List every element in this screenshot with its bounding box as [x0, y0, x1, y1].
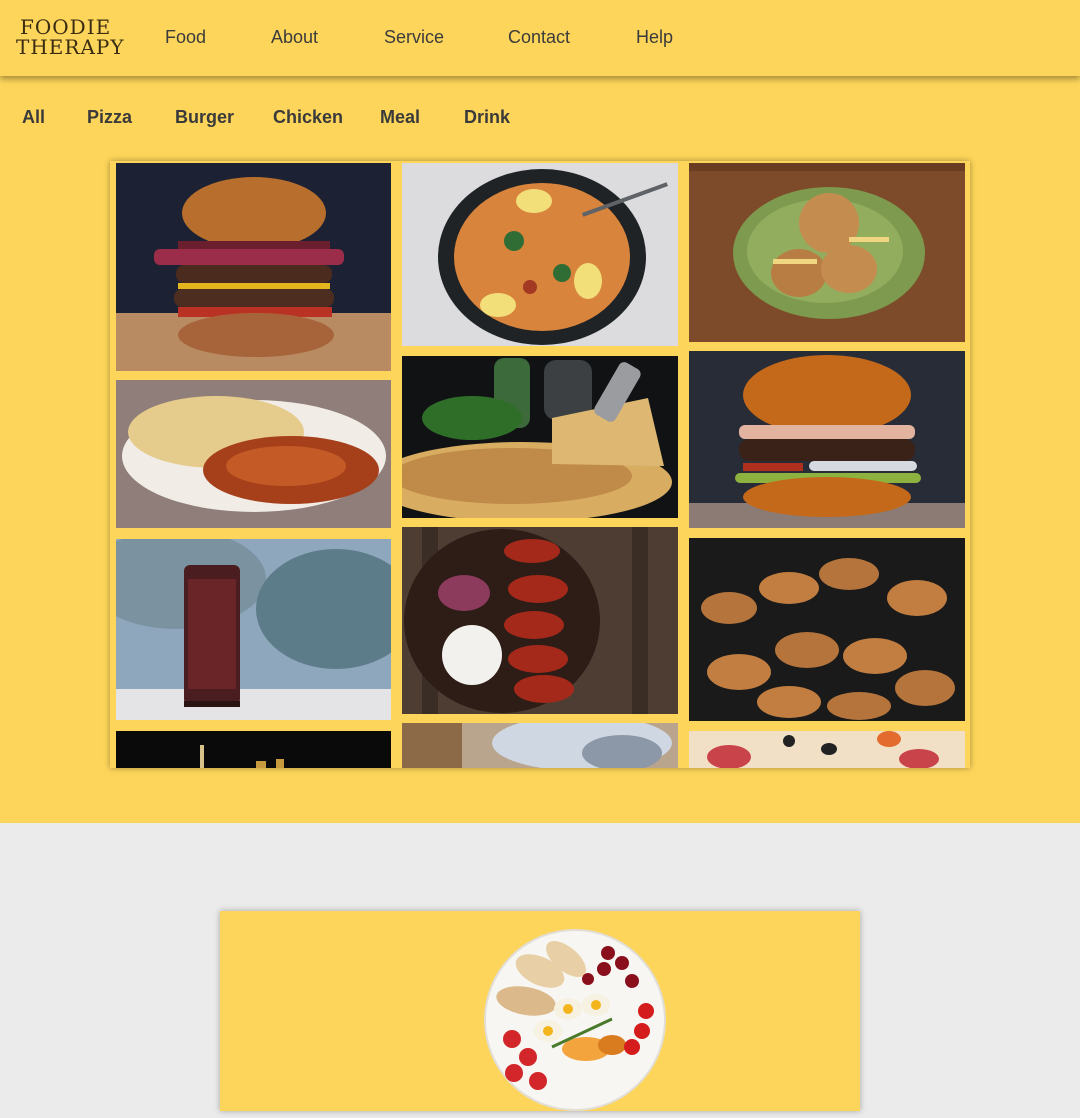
filter-chicken-button[interactable]: Chicken: [273, 107, 343, 128]
dish-partial-photo[interactable]: [402, 723, 678, 768]
food-platter-image: [482, 927, 668, 1113]
nav-service-link[interactable]: Service: [384, 27, 444, 48]
filter-burger-button[interactable]: Burger: [175, 107, 234, 128]
fries-photo[interactable]: [116, 731, 391, 768]
cheeseburger-photo[interactable]: [689, 351, 965, 528]
brand-logo[interactable]: FOODIE THERAPY: [16, 14, 124, 62]
menu-gallery-section: All Pizza Burger Chicken Meal Drink: [0, 76, 1080, 823]
filter-all-button[interactable]: All: [22, 107, 45, 128]
pizza-slice-photo[interactable]: [402, 356, 678, 518]
cola-can-photo[interactable]: [116, 539, 391, 720]
fried-chicken-plate-photo[interactable]: [689, 163, 965, 342]
top-navbar: FOODIE THERAPY Food About Service Contac…: [0, 0, 1080, 76]
featured-card: [220, 911, 860, 1111]
filter-pizza-button[interactable]: Pizza: [87, 107, 132, 128]
grilled-drumsticks-photo[interactable]: [689, 538, 965, 721]
food-gallery[interactable]: [110, 161, 970, 768]
brand-line-2: THERAPY: [16, 35, 125, 59]
curry-naan-photo[interactable]: [116, 380, 391, 528]
filter-drink-button[interactable]: Drink: [464, 107, 510, 128]
glazed-wings-photo[interactable]: [402, 527, 678, 714]
nav-food-link[interactable]: Food: [165, 27, 206, 48]
nav-help-link[interactable]: Help: [636, 27, 673, 48]
pepperoni-pizza-photo[interactable]: [689, 731, 965, 768]
nav-contact-link[interactable]: Contact: [508, 27, 570, 48]
stacked-burger-photo[interactable]: [116, 163, 391, 371]
paella-pan-photo[interactable]: [402, 163, 678, 346]
nav-about-link[interactable]: About: [271, 27, 318, 48]
filter-meal-button[interactable]: Meal: [380, 107, 420, 128]
